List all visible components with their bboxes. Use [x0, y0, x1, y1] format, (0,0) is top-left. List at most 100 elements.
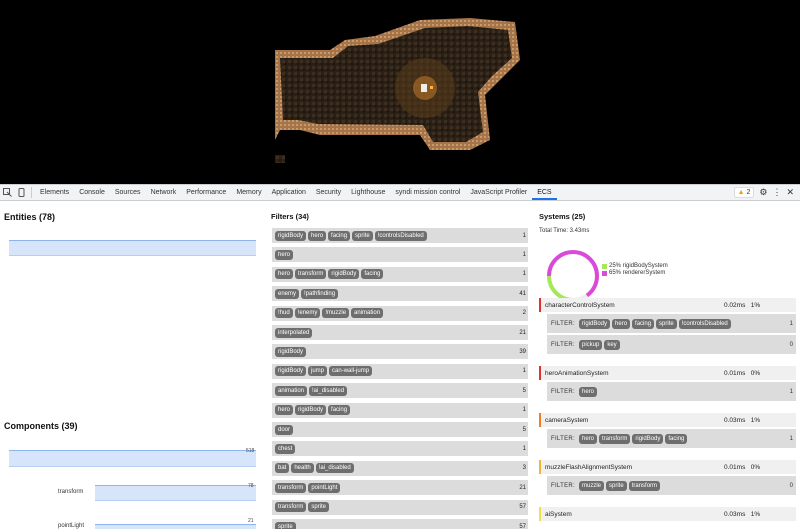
system-header[interactable]: aiSystem 0.03ms 1% [539, 507, 796, 521]
filter-tag: facing [328, 230, 351, 241]
filter-label: FILTER: [551, 341, 575, 348]
filter-tag: transform [628, 480, 661, 491]
filter-count: 57 [519, 504, 526, 511]
filter-tag: can-wall-jump [329, 366, 373, 377]
filter-row[interactable]: sprite 57 [272, 519, 528, 529]
filter-tag: !ai_disabled [309, 385, 348, 396]
filter-row[interactable]: bat health !ai_disabled 3 [272, 460, 528, 476]
filter-tag: hero [275, 405, 294, 416]
filter-tag: pickup [579, 339, 603, 350]
filter-row[interactable]: rigidBody 39 [272, 344, 528, 360]
filter-row[interactable]: door 5 [272, 422, 528, 437]
filter-count: 21 [519, 484, 526, 491]
filter-tag: key [604, 339, 620, 350]
filter-tag: rigidBody [275, 366, 307, 377]
tab-network[interactable]: Network [146, 185, 182, 200]
device-toolbar-icon[interactable] [14, 185, 28, 200]
system-item[interactable]: aiSystem 0.03ms 1% [539, 507, 796, 521]
filter-count: 0 [789, 482, 793, 489]
filter-row[interactable]: animation !ai_disabled 5 [272, 383, 528, 399]
game-scene [275, 18, 520, 163]
filter-label: FILTER: [551, 482, 575, 489]
tab-syndi-mission-control[interactable]: syndi mission control [390, 185, 465, 200]
filter-row[interactable]: enemy !pathfinding 41 [272, 286, 528, 302]
system-filter-row[interactable]: FILTER: hero transform rigidBody facing 1 [547, 429, 796, 448]
tab-console[interactable]: Console [74, 185, 110, 200]
component-bar [95, 485, 256, 501]
filter-tag: facing [632, 318, 655, 329]
filter-tag: !muzzle [322, 308, 350, 319]
system-item[interactable]: muzzleFlashAlignmentSystem 0.01ms 0% FILTE… [539, 460, 796, 495]
tab-performance[interactable]: Performance [181, 185, 231, 200]
filter-row[interactable]: chest 1 [272, 441, 528, 457]
system-time: 0.02ms 1% [724, 301, 761, 309]
system-time: 0.01ms 0% [724, 463, 761, 471]
system-time: 0.03ms 1% [724, 416, 761, 424]
filter-count: 21 [519, 329, 526, 336]
filter-row[interactable]: hero rigidBody facing 1 [272, 402, 528, 418]
system-header[interactable]: characterControlSystem 0.02ms 1% [539, 298, 796, 312]
filter-row[interactable]: rigidBody hero facing sprite !controlsDisabl… [272, 228, 528, 243]
filter-tag: facing [665, 433, 688, 444]
tab-sources[interactable]: Sources [110, 185, 146, 200]
filter-count: 1 [789, 388, 793, 395]
filter-count: 1 [789, 435, 793, 442]
filter-row[interactable]: hero transform rigidBody facing 1 [272, 266, 528, 282]
filter-row[interactable]: !hud !enemy !muzzle animation 2 [272, 305, 528, 321]
systems-panel: Systems (25) Total Time: 3.43ms 25% rigi… [535, 202, 800, 529]
system-item[interactable]: cameraSystem 0.03ms 1% FILTER: hero transfor… [539, 413, 796, 448]
filter-tag: !enemy [294, 308, 321, 319]
more-icon[interactable]: ⋮ [772, 187, 781, 198]
filter-row[interactable]: transform pointLight 21 [272, 480, 528, 496]
filter-tag: !hud [275, 308, 293, 319]
system-time: 0.03ms 1% [724, 510, 761, 518]
system-name: aiSystem [545, 510, 572, 518]
filter-count: 41 [519, 290, 526, 297]
system-filter-row[interactable]: FILTER: muzzle sprite transform 0 [547, 476, 796, 495]
tab-lighthouse[interactable]: Lighthouse [346, 185, 390, 200]
inspect-icon[interactable] [0, 185, 14, 200]
close-icon[interactable]: ✕ [786, 187, 794, 198]
component-label: transform [58, 489, 84, 495]
component-count: 21 [248, 518, 254, 524]
filter-tag: jump [308, 366, 328, 377]
tab-javascript-profiler[interactable]: JavaScript Profiler [465, 185, 532, 200]
filter-row[interactable]: interpolated 21 [272, 325, 528, 340]
warnings-badge[interactable]: ▲ 2 [733, 187, 755, 198]
system-filter-row[interactable]: FILTER: pickup key 0 [547, 335, 796, 354]
system-item[interactable]: heroAnimationSystem 0.01ms 0% FILTER: hero 1 [539, 366, 796, 401]
component-count: 78 [248, 483, 254, 489]
filter-tag: !controlsDisabled [678, 318, 731, 329]
filter-row[interactable]: rigidBody jump can-wall-jump 1 [272, 363, 528, 379]
system-header[interactable]: heroAnimationSystem 0.01ms 0% [539, 366, 796, 380]
system-name: cameraSystem [545, 416, 589, 424]
tab-ecs[interactable]: ECS [532, 185, 557, 200]
system-time: 0.01ms 0% [724, 369, 761, 377]
tab-elements[interactable]: Elements [35, 185, 74, 200]
filter-row[interactable]: transform sprite 57 [272, 499, 528, 515]
components-title: Components (39) [4, 421, 78, 431]
game-canvas[interactable] [0, 0, 800, 184]
system-header[interactable]: cameraSystem 0.03ms 1% [539, 413, 796, 427]
filter-tag: !controlsDisabled [374, 230, 427, 241]
filters-title: Filters (34) [271, 212, 309, 221]
filter-tag: rigidBody [579, 318, 611, 329]
tab-application[interactable]: Application [267, 185, 311, 200]
filter-tag: interpolated [275, 327, 313, 338]
system-header[interactable]: muzzleFlashAlignmentSystem 0.01ms 0% [539, 460, 796, 474]
filter-tag: bat [275, 463, 290, 474]
system-filter-row[interactable]: FILTER: hero 1 [547, 382, 796, 401]
tab-memory[interactable]: Memory [231, 185, 266, 200]
gear-icon[interactable]: ⚙ [759, 187, 767, 198]
system-item[interactable]: characterControlSystem 0.02ms 1% FILTER: ri… [539, 298, 796, 354]
filter-tag: rigidBody [632, 433, 664, 444]
filter-tag: sprite [308, 502, 330, 513]
filter-tag: enemy [275, 288, 300, 299]
filter-tag: transform [599, 433, 631, 444]
system-filter-row[interactable]: FILTER: rigidBody hero facing sprite !control… [547, 314, 796, 333]
filter-count: 1 [522, 445, 526, 452]
tab-security[interactable]: Security [311, 185, 346, 200]
filter-row[interactable]: hero 1 [272, 247, 528, 263]
filter-tag: pointLight [308, 482, 341, 493]
filter-tag: hero [275, 249, 294, 260]
